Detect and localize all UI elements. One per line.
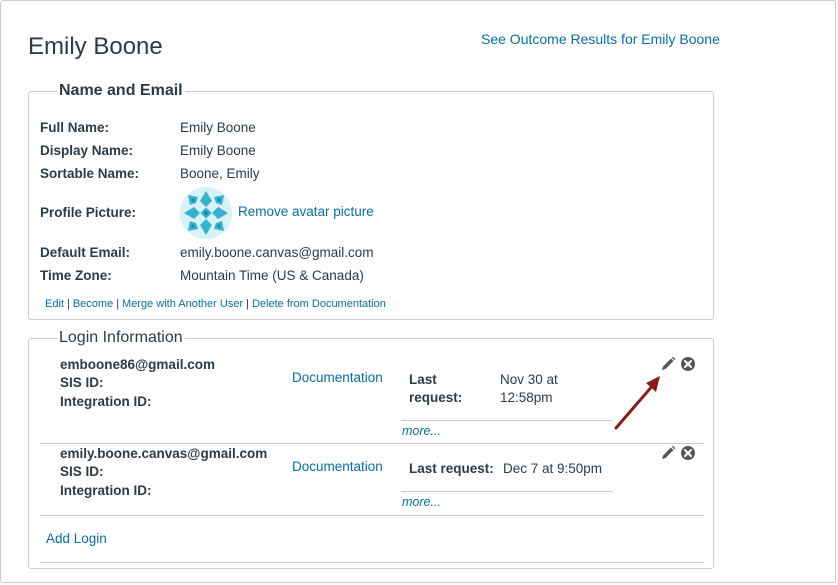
name-and-email-legend: Name and Email [59, 82, 183, 99]
arrow-annotation [614, 376, 660, 430]
section-bottom-divider [40, 562, 704, 563]
profile-picture-label: Profile Picture: [40, 205, 137, 220]
add-login-link[interactable]: Add Login [46, 531, 107, 546]
time-zone-value: Mountain Time (US & Canada) [180, 268, 364, 283]
default-email-value: emily.boone.canvas@gmail.com [180, 245, 374, 260]
integration-id-label: Integration ID: [60, 394, 152, 409]
login-id: emily.boone.canvas@gmail.com [60, 446, 268, 461]
separator: | [66, 298, 70, 310]
last-request-value: Nov 30 at [500, 372, 558, 387]
auth-provider-link[interactable]: Documentation [292, 370, 383, 385]
outcome-results-link[interactable]: See Outcome Results for Emily Boone [481, 31, 720, 47]
last-request-value: Dec 7 at 9:50pm [503, 461, 603, 476]
login-row-divider [40, 443, 704, 444]
divider [401, 491, 613, 492]
pencil-icon[interactable] [660, 445, 676, 461]
avatar-pattern-icon [180, 187, 232, 239]
remove-avatar-link[interactable]: Remove avatar picture [238, 204, 374, 219]
full-name-label: Full Name: [40, 120, 110, 135]
sis-id-label: SIS ID: [60, 464, 104, 479]
delete-user-link[interactable]: Delete from Documentation [252, 298, 386, 310]
login-information-legend: Login Information [59, 329, 183, 346]
sis-id-label: SIS ID: [60, 375, 104, 390]
separator: | [116, 298, 120, 310]
integration-id-label: Integration ID: [60, 483, 152, 498]
display-name-label: Display Name: [40, 143, 134, 158]
close-circle-icon[interactable] [680, 356, 696, 372]
user-actions: Edit | Become | Merge with Another User | Dele… [45, 298, 386, 310]
more-link[interactable]: more... [402, 495, 441, 509]
close-circle-icon[interactable] [680, 445, 696, 461]
avatar [180, 187, 232, 239]
merge-user-link[interactable]: Merge with Another User [122, 298, 243, 310]
sortable-name-value: Boone, Emily [180, 166, 260, 181]
time-zone-label: Time Zone: [40, 268, 112, 283]
separator: | [246, 298, 249, 310]
default-email-label: Default Email: [40, 245, 131, 260]
login-row-divider [40, 515, 704, 516]
page-title: Emily Boone [28, 33, 163, 60]
sortable-name-label: Sortable Name: [40, 166, 140, 181]
login-id: emboone86@gmail.com [60, 357, 215, 372]
divider [401, 420, 613, 421]
full-name-value: Emily Boone [180, 120, 256, 135]
name-and-email-section: Name and Email [28, 82, 714, 320]
last-request-label: request: [409, 390, 463, 405]
last-request-label: Last request: [409, 461, 494, 476]
more-link[interactable]: more... [402, 424, 441, 438]
edit-link[interactable]: Edit [45, 298, 64, 310]
display-name-value: Emily Boone [180, 143, 256, 158]
last-request-label: Last [409, 372, 437, 387]
become-link[interactable]: Become [73, 298, 113, 310]
last-request-value: 12:58pm [500, 390, 553, 405]
auth-provider-link[interactable]: Documentation [292, 459, 383, 474]
